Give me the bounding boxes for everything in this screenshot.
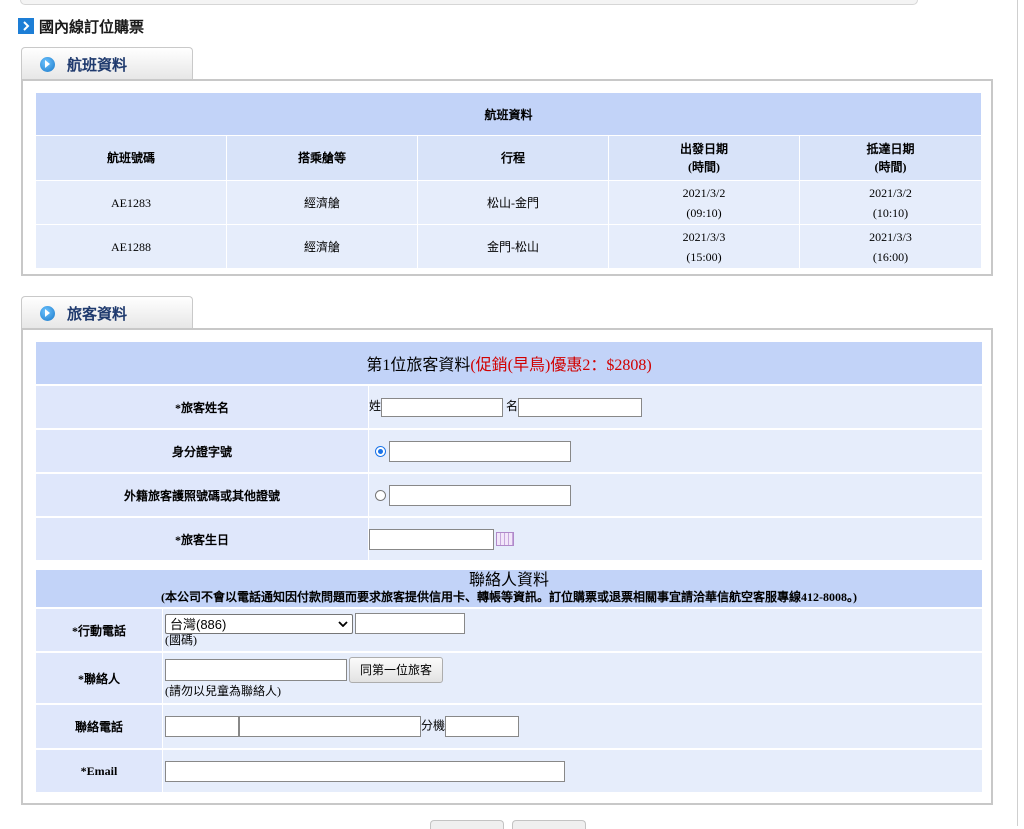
cabin: 經濟艙 (227, 181, 418, 225)
contact-caption: 聯絡人資料 (本公司不會以電話通知因付款問題而要求旅客提供信用卡、轉帳等資訊。訂… (36, 570, 982, 609)
header-departure: 出發日期 (時間) (609, 136, 800, 181)
tab-flight-info: 航班資料 (21, 47, 193, 80)
flight-table-caption: 航班資料 (36, 93, 982, 136)
passport-cell (369, 474, 982, 518)
birthday-input[interactable] (369, 528, 494, 550)
same-as-first-button[interactable]: 同第一位旅客 (349, 657, 444, 683)
email-label: *Email (36, 750, 163, 794)
tab-label: 旅客資料 (67, 305, 128, 323)
country-code-select[interactable]: 台灣(886) (165, 613, 353, 634)
dep-time: (15:00) (686, 249, 722, 264)
header-flight-no: 航班號碼 (36, 136, 227, 181)
contact-note: (本公司不會以電話通知因付款問題而要求旅客提供信用卡、轉帳等資訊。訂位購票或退票… (161, 590, 857, 604)
contact-name-label: *聯絡人 (36, 653, 163, 705)
id-radio[interactable] (375, 445, 386, 457)
mobile-input[interactable] (355, 613, 465, 634)
circle-arrow-icon (40, 305, 55, 321)
dep-date: 2021/3/2 (682, 185, 726, 200)
header-route: 行程 (418, 136, 609, 181)
flight-table: 航班資料 航班號碼 搭乘艙等 行程 出發日期 (時間) 抵達日期 (時間) AE12… (36, 93, 982, 269)
dep-date: 2021/3/3 (682, 229, 726, 244)
circle-arrow-icon (40, 56, 55, 72)
chevron-right-icon (18, 18, 34, 34)
flight-no: AE1283 (36, 181, 227, 225)
passenger-caption: 第1位旅客資料(促銷(早鳥)優惠2：$2808) (36, 342, 982, 386)
passenger-panel: 第1位旅客資料(促銷(早鳥)優惠2：$2808) *旅客姓名 姓 名 身分證字號… (21, 328, 993, 805)
header-dep-time: (時間) (688, 160, 720, 174)
arrival: 2021/3/3 (16:00) (800, 225, 982, 269)
chevron-down-icon (338, 620, 348, 627)
birthday-label: *旅客生日 (36, 518, 369, 562)
phone-cell: 分機 (163, 705, 982, 750)
arr-date: 2021/3/2 (869, 185, 912, 200)
route: 松山-金門 (418, 181, 609, 225)
passenger-table: 第1位旅客資料(促銷(早鳥)優惠2：$2808) *旅客姓名 姓 名 身分證字號… (36, 342, 982, 562)
arr-time: (16:00) (872, 249, 909, 264)
passport-label: 外籍旅客護照號碼或其他證號 (36, 474, 369, 518)
country-code-value: 台灣(886) (170, 617, 227, 632)
given-prefix: 名 (506, 399, 519, 414)
arrival: 2021/3/2 (10:10) (800, 181, 982, 225)
header-arr-date: 抵達日期 (866, 142, 915, 156)
area-code-input[interactable] (165, 716, 239, 737)
mobile-label: *行動電話 (36, 609, 163, 653)
route: 金門-松山 (418, 225, 609, 269)
given-name-input[interactable] (518, 397, 643, 417)
dep-time: (09:10) (686, 205, 722, 220)
cabin: 經濟艙 (227, 225, 418, 269)
contact-table: 聯絡人資料 (本公司不會以電話通知因付款問題而要求旅客提供信用卡、轉帳等資訊。訂… (36, 570, 982, 794)
mobile-cell: 台灣(886) (國碼) (163, 609, 982, 653)
departure: 2021/3/3 (15:00) (609, 225, 800, 269)
header-cabin: 搭乘艙等 (227, 136, 418, 181)
header-arr-time: (時間) (874, 160, 907, 174)
id-label: 身分證字號 (36, 430, 369, 474)
table-row: AE1283 經濟艙 松山-金門 2021/3/2 (09:10) 2021/3/… (36, 181, 982, 225)
contact-name-input[interactable] (165, 659, 347, 681)
email-cell (163, 750, 982, 794)
passport-number-input[interactable] (389, 484, 571, 506)
surname-prefix: 姓 (369, 399, 382, 414)
passport-radio[interactable] (375, 489, 386, 501)
ext-prefix: 分機 (421, 718, 446, 733)
id-cell (369, 430, 982, 474)
page-title-text: 國內線訂位購票 (39, 18, 145, 36)
promo-price: (促銷(早鳥)優惠2：$2808) (470, 357, 652, 374)
bottom-button-left[interactable] (430, 820, 504, 829)
calendar-icon[interactable] (496, 532, 514, 546)
header-dep-date: 出發日期 (679, 142, 728, 156)
arr-date: 2021/3/3 (869, 229, 912, 244)
flight-no: AE1288 (36, 225, 227, 269)
birthday-cell (369, 518, 982, 562)
arr-time: (10:10) (872, 205, 909, 220)
phone-number-input[interactable] (239, 716, 421, 737)
bottom-button-right[interactable] (512, 820, 586, 829)
tab-label: 航班資料 (67, 56, 128, 74)
flight-panel: 航班資料 航班號碼 搭乘艙等 行程 出發日期 (時間) 抵達日期 (時間) AE12… (21, 79, 993, 276)
header-arrival: 抵達日期 (時間) (800, 136, 982, 181)
contact-hint: (請勿以兒童為聯絡人) (165, 684, 281, 698)
contact-title: 聯絡人資料 (468, 572, 549, 589)
name-label: *旅客姓名 (36, 386, 369, 430)
name-cell: 姓 名 (369, 386, 982, 430)
tab-passenger-info: 旅客資料 (21, 296, 193, 329)
surname-input[interactable] (381, 397, 504, 417)
phone-label: 聯絡電話 (36, 705, 163, 750)
page-title: 國內線訂位購票 (18, 16, 144, 36)
table-row: AE1288 經濟艙 金門-松山 2021/3/3 (15:00) 2021/3/… (36, 225, 982, 269)
top-frame-edge (20, 0, 918, 5)
id-number-input[interactable] (389, 440, 571, 462)
email-input[interactable] (165, 760, 565, 782)
contact-name-cell: 同第一位旅客 (請勿以兒童為聯絡人) (163, 653, 982, 705)
right-scroll-border (1017, 0, 1018, 826)
passenger-caption-text: 第1位旅客資料 (366, 357, 471, 374)
departure: 2021/3/2 (09:10) (609, 181, 800, 225)
extension-input[interactable] (445, 716, 520, 737)
country-code-hint: (國碼) (165, 633, 197, 647)
